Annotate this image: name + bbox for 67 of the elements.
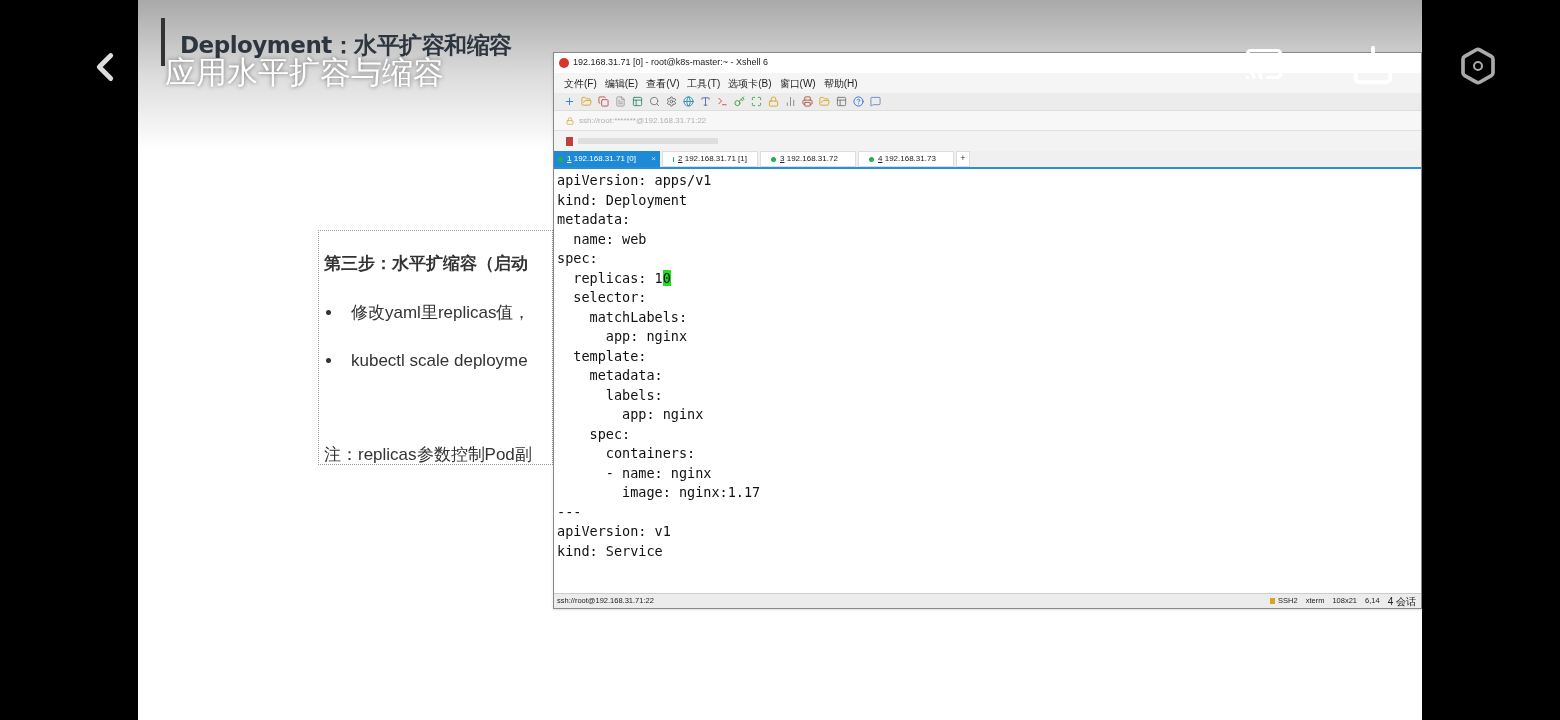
printer-icon[interactable] bbox=[802, 96, 813, 107]
code-line: template: bbox=[572, 346, 647, 366]
menu-item[interactable]: 工具(T) bbox=[687, 75, 721, 91]
bookmark-icon bbox=[566, 136, 573, 146]
session-tab[interactable]: 3 192.168.31.72 bbox=[760, 151, 856, 167]
menu-item[interactable]: 窗口(W) bbox=[779, 75, 816, 91]
folder-icon[interactable] bbox=[581, 96, 592, 107]
session-tab[interactable]: 4 192.168.31.73 bbox=[858, 151, 954, 167]
cursor: 0 bbox=[662, 269, 671, 286]
session-tab[interactable]: 1 192.168.31.71 [0] × bbox=[554, 151, 660, 167]
code-line: apiVersion: v1 bbox=[557, 522, 671, 541]
code-line: apiVersion: apps/v1 bbox=[557, 171, 712, 190]
bullet-icon bbox=[326, 358, 331, 364]
font-icon[interactable] bbox=[700, 96, 711, 107]
expand-icon[interactable] bbox=[751, 96, 762, 107]
bullet-text: 修改yaml里replicas值， bbox=[351, 301, 531, 324]
copy-icon[interactable] bbox=[598, 96, 609, 107]
code-line: selector: bbox=[572, 288, 647, 307]
menu-item[interactable]: 选项卡(B) bbox=[728, 75, 772, 91]
code-line: matchLabels: bbox=[588, 307, 688, 327]
key-icon[interactable] bbox=[734, 96, 745, 107]
menu-item[interactable]: 查看(V) bbox=[646, 75, 680, 91]
title-accent-bar bbox=[161, 18, 165, 66]
code-line: labels: bbox=[604, 385, 663, 405]
layout-icon[interactable] bbox=[836, 96, 847, 107]
terminal-icon[interactable] bbox=[717, 96, 728, 107]
code-line: metadata: bbox=[557, 210, 631, 229]
note-text: 注：replicas参数控制Pod副 bbox=[324, 443, 533, 464]
help-icon[interactable] bbox=[853, 96, 864, 107]
chat-icon[interactable] bbox=[870, 96, 881, 107]
lock-icon bbox=[566, 116, 574, 125]
document-icon[interactable] bbox=[615, 96, 626, 107]
settings-button[interactable] bbox=[1458, 46, 1498, 86]
app-logo-icon bbox=[559, 58, 569, 68]
add-tab-button[interactable]: + bbox=[956, 151, 970, 167]
slide-title: Deployment：水平扩容和缩容 bbox=[180, 31, 512, 58]
window-icon[interactable] bbox=[632, 96, 643, 107]
folder-icon[interactable] bbox=[819, 96, 830, 107]
globe-icon[interactable] bbox=[683, 96, 694, 107]
bullet-text: kubectl scale deployme bbox=[351, 350, 528, 372]
code-line: - name: nginx bbox=[604, 463, 712, 483]
bullet-icon bbox=[326, 309, 331, 315]
code-line: replicas: 10 bbox=[572, 268, 671, 288]
window-title: 192.168.31.71 [0] - root@k8s-master:~ - Xshell 6 bbox=[573, 56, 768, 70]
lock-icon bbox=[1270, 598, 1276, 604]
step-heading: 第三步：水平扩缩容（启动 bbox=[324, 253, 529, 275]
code-line: --- bbox=[557, 502, 582, 522]
session-count: 4 会话 bbox=[1387, 594, 1416, 609]
lock-icon[interactable] bbox=[768, 96, 779, 107]
gear-icon[interactable] bbox=[666, 96, 677, 107]
code-line: app: nginx bbox=[604, 327, 688, 346]
code-line: metadata: bbox=[588, 366, 663, 385]
menu-item[interactable]: 编辑(E) bbox=[604, 75, 639, 91]
search-icon[interactable] bbox=[649, 96, 660, 107]
code-line: spec: bbox=[557, 249, 598, 268]
chart-icon[interactable] bbox=[785, 96, 796, 107]
code-line: name: web bbox=[572, 229, 647, 249]
session-tab[interactable]: 2 192.168.31.71 [1] bbox=[662, 151, 758, 167]
code-line: kind: Deployment bbox=[557, 190, 688, 210]
code-line: spec: bbox=[588, 424, 631, 444]
menu-item[interactable]: 帮助(H) bbox=[823, 75, 858, 91]
menu-item[interactable]: 文件(F) bbox=[564, 75, 597, 91]
code-line: containers: bbox=[604, 444, 696, 463]
code-line: app: nginx bbox=[621, 405, 704, 424]
code-line: image: nginx:1.17 bbox=[621, 483, 761, 502]
plus-icon[interactable] bbox=[564, 96, 575, 107]
code-line: kind: Service bbox=[557, 541, 663, 561]
